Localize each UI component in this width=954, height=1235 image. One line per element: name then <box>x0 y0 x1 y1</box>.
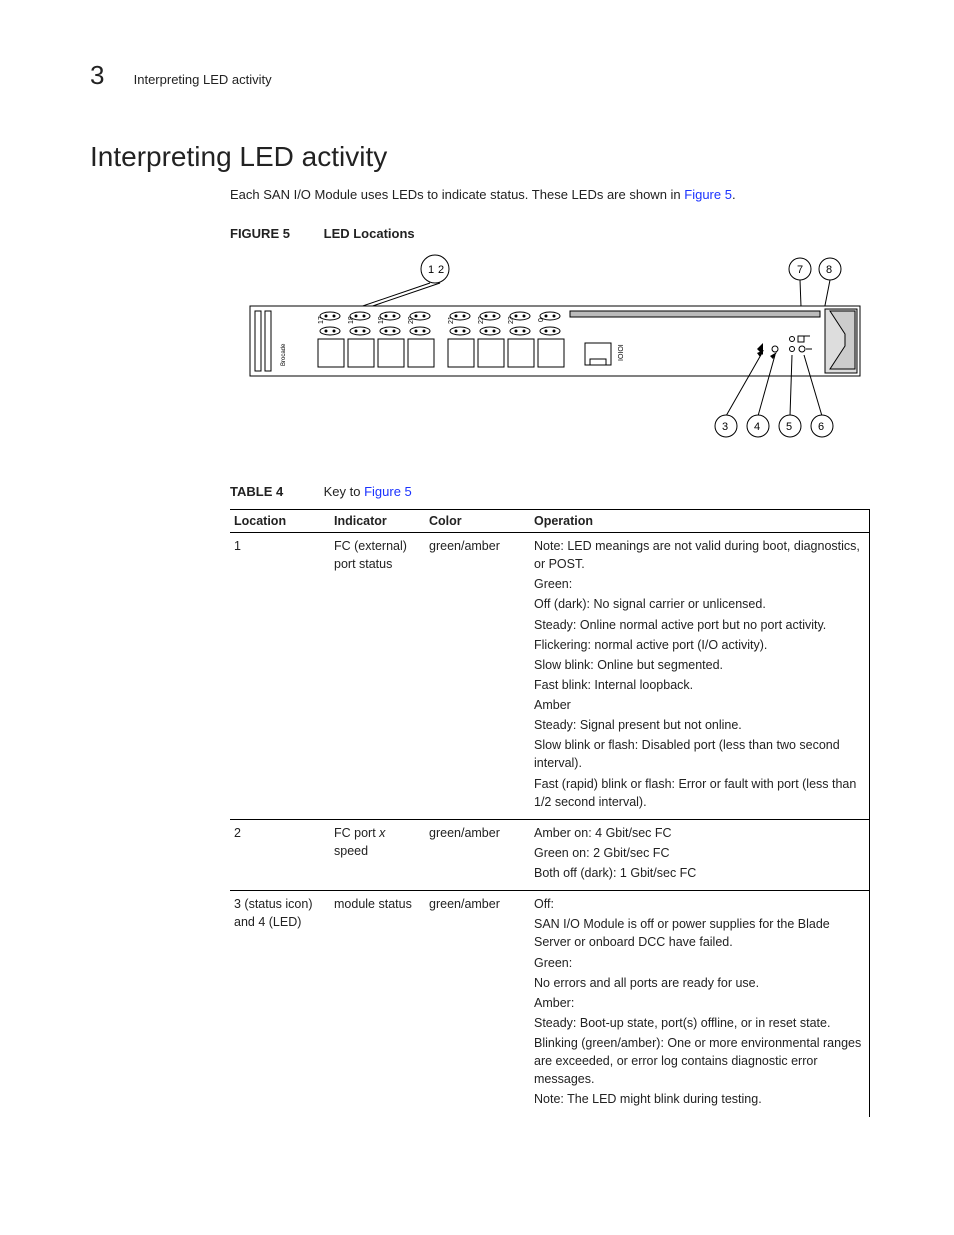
running-header: 3 Interpreting LED activity <box>90 60 884 91</box>
callout-5: 5 <box>786 421 792 433</box>
cell-location: 2 <box>230 819 330 890</box>
callout-2: 2 <box>438 264 444 276</box>
callout-1: 1 <box>428 264 434 276</box>
table-row: 1 FC (external) port status green/amber … <box>230 533 870 820</box>
intro-text-before: Each SAN I/O Module uses LEDs to indicat… <box>230 187 684 202</box>
table-caption-row: TABLE 4 Key to Figure 5 <box>230 484 884 499</box>
cell-indicator: FC port x speed <box>330 819 425 890</box>
table-label: TABLE 4 <box>230 484 320 499</box>
table-row: 2 FC port x speed green/amber Amber on: … <box>230 819 870 890</box>
intro-text-after: . <box>732 187 736 202</box>
cell-color: green/amber <box>425 891 530 1117</box>
callout-6: 6 <box>818 421 824 433</box>
brand-label: Brocade <box>281 343 287 366</box>
serial-label: IOIOI <box>618 344 625 361</box>
cell-color: green/amber <box>425 819 530 890</box>
cell-color: green/amber <box>425 533 530 820</box>
cell-location: 1 <box>230 533 330 820</box>
cell-operation: Off: SAN I/O Module is off or power supp… <box>530 891 870 1117</box>
cell-indicator: FC (external) port status <box>330 533 425 820</box>
th-location: Location <box>230 510 330 533</box>
th-color: Color <box>425 510 530 533</box>
cell-indicator: module status <box>330 891 425 1117</box>
figure-caption-row: FIGURE 5 LED Locations <box>230 226 884 241</box>
led-key-table: Location Indicator Color Operation 1 FC … <box>230 509 870 1117</box>
figure-crossref-link[interactable]: Figure 5 <box>684 187 732 202</box>
callout-4: 4 <box>754 421 760 433</box>
table-caption-before: Key to <box>324 484 364 499</box>
cell-operation: Note: LED meanings are not valid during … <box>530 533 870 820</box>
th-operation: Operation <box>530 510 870 533</box>
th-indicator: Indicator <box>330 510 425 533</box>
figure-caption: LED Locations <box>324 226 415 241</box>
callout-7: 7 <box>797 264 803 276</box>
led-locations-diagram: 1 2 7 8 Brocade <box>230 251 884 454</box>
running-title: Interpreting LED activity <box>134 72 272 87</box>
cell-operation: Amber on: 4 Gbit/sec FC Green on: 2 Gbit… <box>530 819 870 890</box>
page-title: Interpreting LED activity <box>90 141 884 173</box>
callout-8: 8 <box>826 264 832 276</box>
intro-paragraph: Each SAN I/O Module uses LEDs to indicat… <box>230 187 884 202</box>
callout-3: 3 <box>722 421 728 433</box>
table-caption-link[interactable]: Figure 5 <box>364 484 412 499</box>
figure-label: FIGURE 5 <box>230 226 320 241</box>
chapter-number: 3 <box>90 60 130 91</box>
cell-location: 3 (status icon) and 4 (LED) <box>230 891 330 1117</box>
table-row: 3 (status icon) and 4 (LED) module statu… <box>230 891 870 1117</box>
